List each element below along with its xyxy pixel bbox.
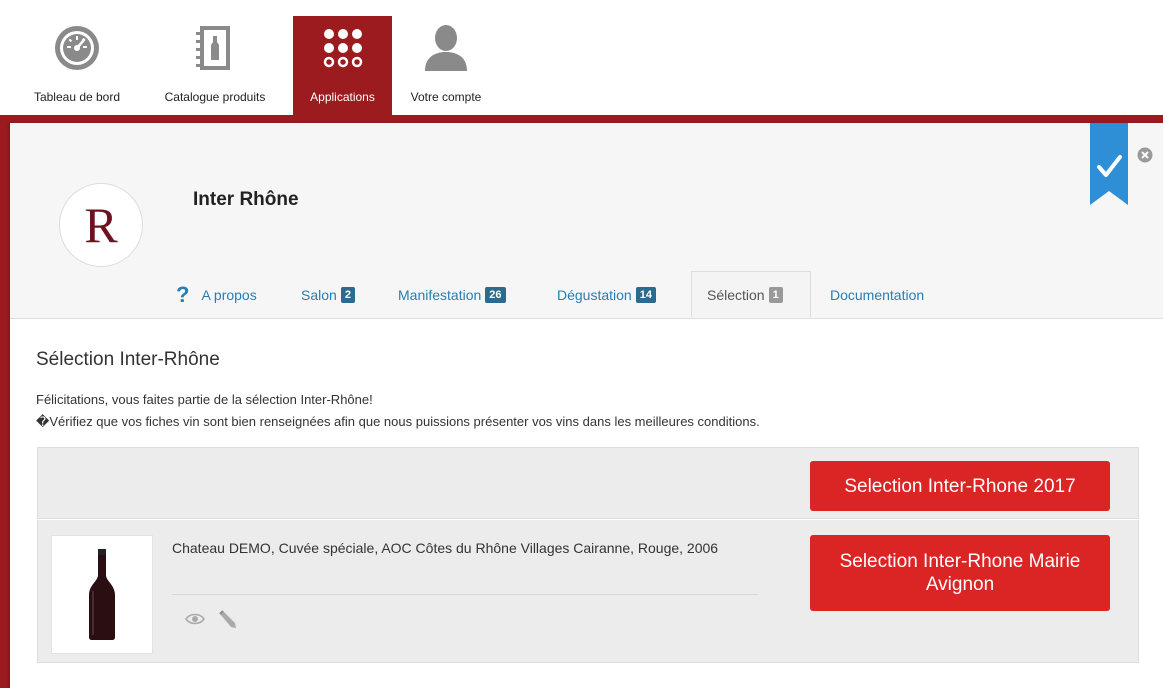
nav-applications[interactable]: Applications	[293, 16, 392, 116]
tab-bar: ? A propos Salon 2 Manifestation 26 Dégu…	[160, 271, 1140, 317]
organization-name: Inter Rhône	[193, 189, 299, 210]
selected-bookmark-icon[interactable]	[1090, 123, 1128, 205]
tab-selection[interactable]: Sélection 1	[691, 271, 811, 317]
tab-label: Salon	[301, 287, 337, 303]
notice-glyph: �	[36, 414, 50, 429]
tab-label: Dégustation	[557, 287, 632, 303]
nav-label: Catalogue produits	[164, 90, 266, 104]
top-navigation: Tableau de bord Catalogue produits Appli…	[0, 0, 1163, 116]
catalog-book-icon	[195, 18, 235, 78]
selection-2017-button[interactable]: Selection Inter-Rhone 2017	[810, 461, 1110, 511]
tab-label: Sélection	[707, 286, 765, 303]
tab-degustation[interactable]: Dégustation 14	[557, 273, 656, 317]
row-divider	[172, 594, 758, 595]
nav-tableau-de-bord[interactable]: Tableau de bord	[18, 16, 136, 116]
user-account-icon	[423, 18, 469, 78]
nav-label: Votre compte	[410, 90, 482, 104]
close-icon[interactable]	[1137, 147, 1153, 163]
organization-logo: R	[59, 183, 143, 267]
organization-card: R Inter Rhône ? A propos Salon 2 Manifes…	[10, 123, 1163, 688]
congratulations-text: Félicitations, vous faites partie de la …	[36, 392, 373, 407]
selection-panel: Sélection Inter-Rhône Félicitations, vou…	[10, 319, 1163, 688]
tab-documentation[interactable]: Documentation	[830, 273, 924, 317]
tab-manifestation[interactable]: Manifestation 26	[398, 273, 506, 317]
tab-a-propos[interactable]: ? A propos	[176, 273, 257, 317]
tab-badge: 14	[635, 287, 656, 303]
frame-left-border	[0, 123, 10, 688]
section-title: Sélection Inter-Rhône	[36, 349, 220, 370]
wine-row: Chateau DEMO, Cuvée spéciale, AOC Côtes …	[37, 520, 1139, 663]
nav-votre-compte[interactable]: Votre compte	[398, 16, 494, 116]
apps-grid-icon	[321, 18, 365, 78]
tab-salon[interactable]: Salon 2	[301, 273, 355, 317]
nav-label: Applications	[310, 90, 375, 104]
tab-label: Manifestation	[398, 287, 482, 303]
selection-avignon-button[interactable]: Selection Inter-Rhone Mairie Avignon	[810, 535, 1110, 611]
tab-badge: 1	[768, 286, 783, 303]
nav-catalogue-produits[interactable]: Catalogue produits	[152, 16, 278, 116]
tab-label: A propos	[201, 287, 257, 303]
wine-thumbnail[interactable]	[51, 535, 153, 654]
selection-header: Selection Inter-Rhone 2017	[37, 447, 1139, 519]
logo-letter: R	[84, 197, 118, 253]
tab-badge: 2	[340, 287, 355, 303]
wine-description: Chateau DEMO, Cuvée spéciale, AOC Côtes …	[172, 540, 719, 556]
edit-pencil-icon[interactable]	[216, 608, 238, 630]
help-question-icon: ?	[176, 282, 190, 307]
view-eye-icon[interactable]	[184, 608, 206, 630]
tab-label: Documentation	[830, 287, 925, 303]
tab-badge: 26	[485, 287, 506, 303]
nav-bottom-bar	[0, 115, 1163, 123]
dashboard-gauge-icon	[53, 18, 101, 78]
wine-bottle-icon	[89, 548, 115, 640]
notice-message: Vérifiez que vos fiches vin sont bien re…	[49, 414, 760, 429]
nav-label: Tableau de bord	[33, 90, 121, 104]
notice-text: �Vérifiez que vos fiches vin sont bien r…	[36, 414, 760, 430]
